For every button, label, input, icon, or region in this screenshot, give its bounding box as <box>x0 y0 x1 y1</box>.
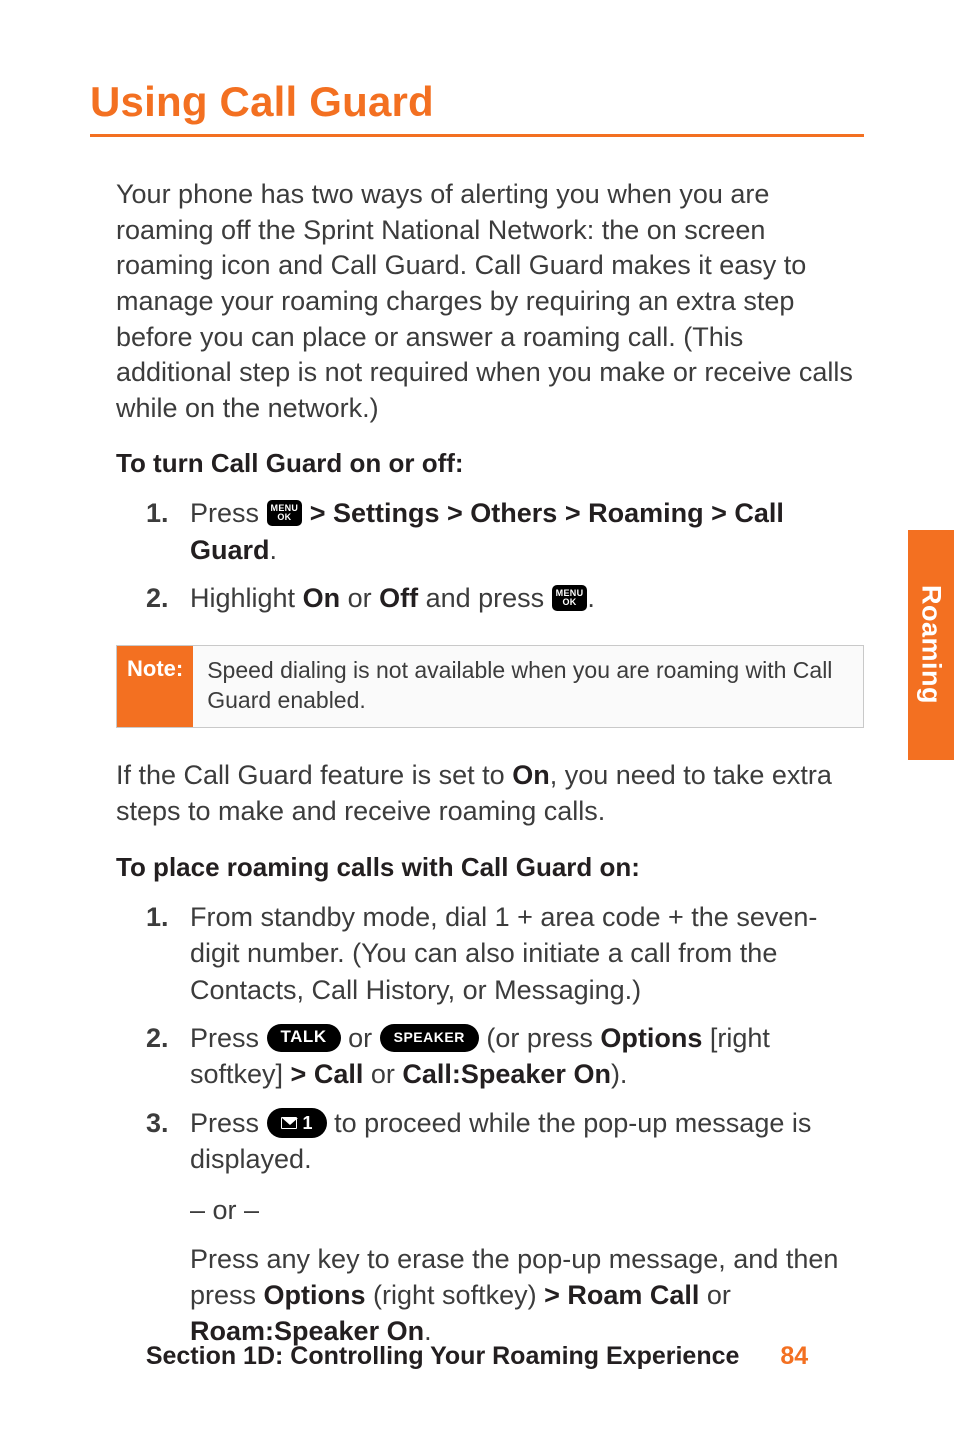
step-text-mid: or <box>348 1023 380 1053</box>
step-text-pre: Highlight <box>190 583 303 613</box>
step-text-mid: or <box>348 583 380 613</box>
speaker-key-icon: SPEAKER <box>380 1024 479 1052</box>
step-text-pre: Press <box>190 498 267 528</box>
step-text: From standby mode, dial 1 + area code + … <box>190 899 864 1008</box>
options-softkey: Options <box>600 1023 702 1053</box>
call-speaker-option: Call:Speaker On <box>402 1059 611 1089</box>
step-text-pre: Press <box>190 1023 267 1053</box>
step-text-pre: Press <box>190 1108 267 1138</box>
subheading-turn-on-off: To turn Call Guard on or off: <box>116 448 864 479</box>
option-on-inline: On <box>512 760 550 790</box>
steps-turn-on-off: 1. Press MENU OK > Settings > Others > R… <box>116 495 864 616</box>
step-number: 2. <box>146 1020 190 1093</box>
step-2: 2. Press TALK or SPEAKER (or press Optio… <box>146 1020 864 1093</box>
step-1: 1. Press MENU OK > Settings > Others > R… <box>146 495 864 568</box>
step-2: 2. Highlight On or Off and press MENU OK… <box>146 580 864 616</box>
note-text: Speed dialing is not available when you … <box>193 646 863 728</box>
alt-text-mid2: or <box>699 1280 731 1310</box>
subheading-place-roaming: To place roaming calls with Call Guard o… <box>116 852 864 883</box>
step-1: 1. From standby mode, dial 1 + area code… <box>146 899 864 1008</box>
step-number: 1. <box>146 495 190 568</box>
envelope-icon <box>281 1117 297 1129</box>
menu-ok-key-icon: MENU OK <box>552 585 588 611</box>
step-number: 1. <box>146 899 190 1008</box>
steps-place-roaming: 1. From standby mode, dial 1 + area code… <box>116 899 864 1350</box>
menu-ok-key-icon: MENU OK <box>267 500 303 526</box>
digit-1: 1 <box>303 1114 313 1132</box>
side-tab-roaming: Roaming <box>908 530 954 760</box>
title-rule <box>90 134 864 137</box>
footer-page-number: 84 <box>780 1342 808 1370</box>
step-text-mid4: or <box>363 1059 402 1089</box>
step-end: . <box>587 583 595 613</box>
note-label: Note: <box>117 646 193 728</box>
step-end: . <box>270 535 278 565</box>
step-3: 3. Press 1 to proceed while the pop-up m… <box>146 1105 864 1350</box>
alt-text-mid1: (right softkey) <box>366 1280 545 1310</box>
step-text-post: and press <box>426 583 552 613</box>
call-option: > Call <box>291 1059 364 1089</box>
intro-paragraph: Your phone has two ways of alerting you … <box>116 177 864 426</box>
option-on: On <box>303 583 341 613</box>
roam-call-option: > Roam Call <box>544 1280 699 1310</box>
mail-1-key-icon: 1 <box>267 1108 327 1138</box>
or-separator: – or – <box>190 1192 864 1228</box>
step-number: 2. <box>146 580 190 616</box>
step-number: 3. <box>146 1105 190 1350</box>
talk-key-icon: TALK <box>267 1024 341 1052</box>
page-title: Using Call Guard <box>90 78 864 126</box>
after-note-paragraph: If the Call Guard feature is set to On, … <box>116 758 864 829</box>
options-softkey: Options <box>264 1280 366 1310</box>
note-box: Note: Speed dialing is not available whe… <box>116 645 864 729</box>
option-off: Off <box>379 583 418 613</box>
step-end: ). <box>611 1059 628 1089</box>
footer-section: Section 1D: Controlling Your Roaming Exp… <box>146 1342 740 1370</box>
page-footer: Section 1D: Controlling Your Roaming Exp… <box>0 1342 954 1371</box>
step-text-mid2: (or press <box>486 1023 600 1053</box>
